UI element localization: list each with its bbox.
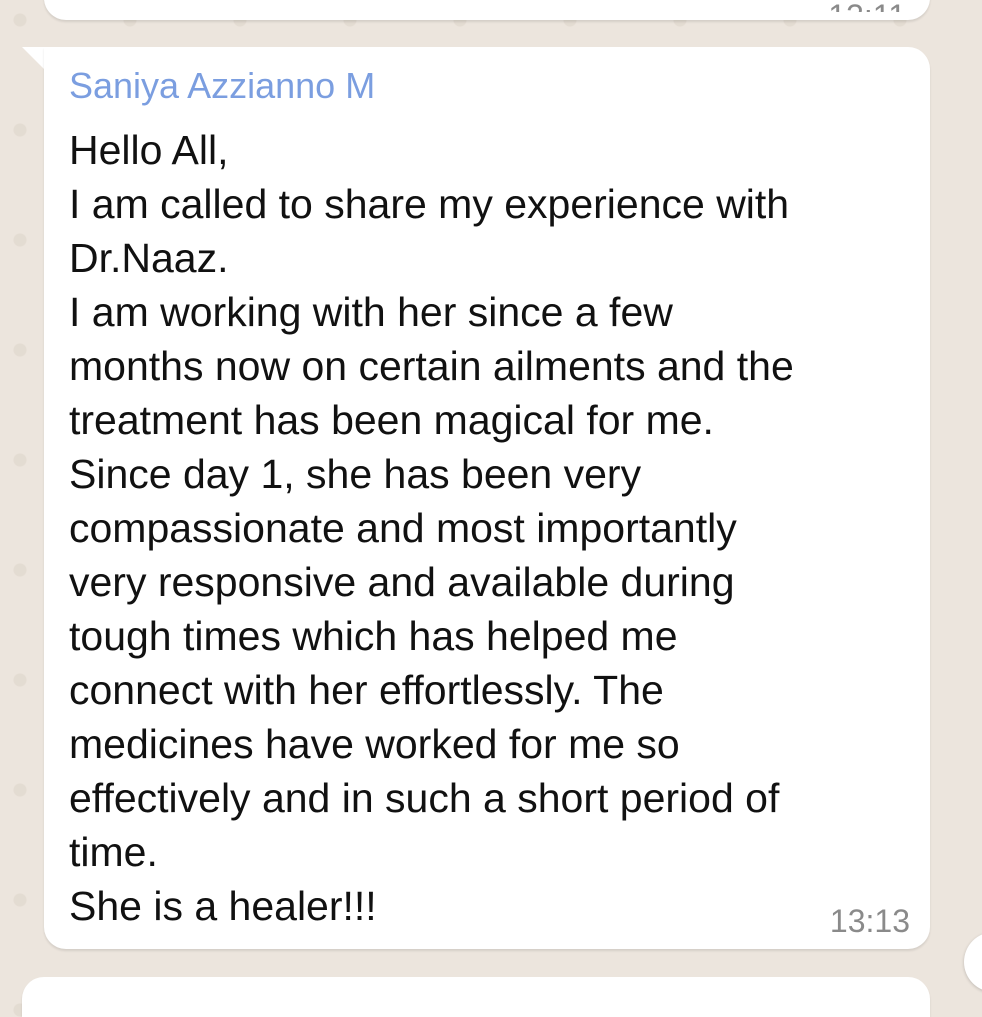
scroll-to-bottom-button[interactable] [964, 932, 982, 992]
message-line: compassionate and most importantly [69, 505, 737, 551]
message-line: connect with her effortlessly. The [69, 667, 664, 713]
message-timestamp: 13:13 [829, 903, 910, 939]
message-text: Hello All, I am called to share my exper… [69, 123, 899, 933]
message-line: She is a healer!!! [69, 883, 377, 929]
previous-message-timestamp: 13:11 [828, 0, 906, 12]
message-line: effectively and in such a short period o… [69, 775, 780, 821]
message-line: Hello All, [69, 127, 229, 173]
message-line: months now on certain ailments and the [69, 343, 794, 389]
message-line: I am working with her since a few [69, 289, 673, 335]
sender-name[interactable]: Saniya Azzianno M [69, 64, 375, 108]
message-line: very responsive and available during [69, 559, 735, 605]
message-bubble[interactable]: Saniya Azzianno M Hello All, I am called… [44, 47, 930, 949]
message-line: I am called to share my experience with [69, 181, 790, 227]
message-line: Since day 1, she has been very [69, 451, 642, 497]
message-line: treatment has been magical for me. [69, 397, 714, 443]
message-line: Dr.Naaz. [69, 235, 229, 281]
next-message-bubble[interactable] [22, 977, 930, 1017]
message-bubble-tail [22, 47, 46, 71]
message-line: time. [69, 829, 158, 875]
message-line: medicines have worked for me so [69, 721, 680, 767]
message-line: tough times which has helped me [69, 613, 678, 659]
previous-message-bubble[interactable]: 13:11 [44, 0, 930, 20]
